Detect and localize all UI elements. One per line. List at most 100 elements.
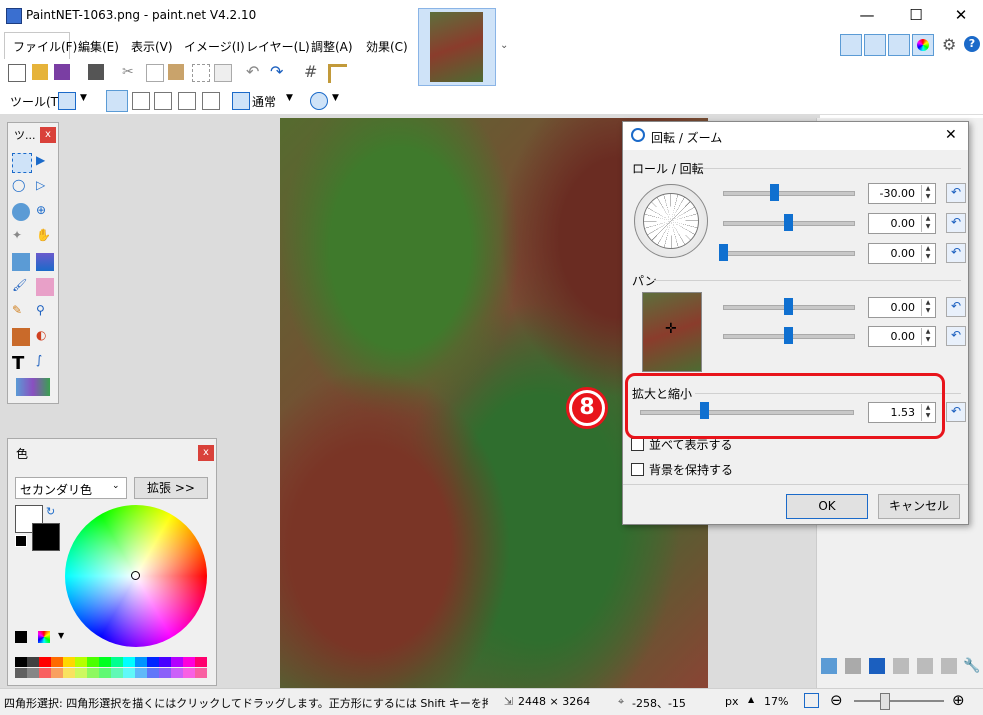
palette-menu-arrow-icon[interactable]: ▼ [58,631,64,640]
palette-swatch[interactable] [27,657,39,667]
palette-swatch[interactable] [15,657,27,667]
keep-background-checkbox[interactable] [631,463,644,476]
pan-x-slider-thumb[interactable] [784,298,793,315]
zoom-reset-button[interactable]: ↶ [946,402,966,422]
color-wheel[interactable] [65,505,207,647]
menu-edit[interactable]: 編集(E) [78,38,119,55]
blend-dropdown-arrow-icon[interactable]: ▼ [286,93,293,103]
merge-layer-icon[interactable] [893,658,909,674]
zoom-slider-track[interactable] [854,700,944,702]
eraser-tool-icon[interactable] [36,278,54,296]
palette-swatch[interactable] [123,668,135,678]
units-select[interactable]: px [725,695,739,708]
selection-mode-union-icon[interactable] [132,92,150,110]
grid-icon[interactable]: # [304,62,320,81]
zoom-out-icon[interactable]: ⊖ [830,691,843,709]
ruler-icon[interactable] [328,64,347,83]
layers-window-icon[interactable] [888,34,910,56]
roll-reset-button[interactable]: ↶ [946,243,966,263]
palette-swatch[interactable] [87,657,99,667]
deselect-icon[interactable] [214,64,232,82]
gear-icon[interactable]: ⚙ [942,35,956,54]
palette-swatch[interactable] [195,657,207,667]
pan-tool-icon[interactable]: ✋ [36,228,54,246]
open-folder-icon[interactable] [32,64,48,80]
line-curve-tool-icon[interactable]: ∫ [36,353,54,371]
color-wheel-cursor[interactable] [131,571,140,580]
cancel-button[interactable]: キャンセル [878,494,960,519]
add-to-palette-icon[interactable] [15,631,27,643]
palette-swatch[interactable] [63,668,75,678]
redo-icon[interactable]: ↷ [270,62,286,81]
zoom-percent[interactable]: 17% [764,695,788,708]
palette-swatch[interactable] [147,657,159,667]
palette-swatch[interactable] [111,668,123,678]
close-button[interactable]: ✕ [938,4,983,28]
expand-button[interactable]: 拡張 >> [134,477,208,499]
angle-slider[interactable] [723,191,855,196]
palette-swatch[interactable] [135,657,147,667]
palette-swatch[interactable] [159,657,171,667]
clone-stamp-tool-icon[interactable] [12,328,30,346]
palette-swatch[interactable] [39,657,51,667]
angle-slider-thumb[interactable] [770,184,779,201]
pan-y-reset-button[interactable]: ↶ [946,326,966,346]
pan-preview[interactable]: ✛ [642,292,702,372]
menu-image[interactable]: イメージ(I) [184,38,245,55]
gradient-tool-icon[interactable] [36,253,54,271]
tilt-spin-input[interactable]: 0.00 ▲ ▼ [868,213,936,234]
palette-swatch[interactable] [159,668,171,678]
duplicate-layer-icon[interactable] [869,658,885,674]
dialog-close-button[interactable]: ✕ [945,127,957,143]
palette-swatch[interactable] [39,668,51,678]
pan-x-spin-input[interactable]: 0.00 ▲ ▼ [868,297,936,318]
spin-arrows-icon[interactable]: ▲ ▼ [921,328,934,345]
print-icon[interactable] [88,64,104,80]
add-layer-icon[interactable] [821,658,837,674]
maximize-button[interactable]: ☐ [893,4,939,28]
palette-swatch[interactable] [195,668,207,678]
save-icon[interactable] [54,64,70,80]
swap-colors-icon[interactable]: ↻ [46,505,55,518]
menu-effects[interactable]: 効果(C) [366,38,408,55]
palette-swatch[interactable] [111,657,123,667]
minimize-button[interactable]: — [844,4,890,28]
tilt-slider-thumb[interactable] [784,214,793,231]
palette-swatch[interactable] [51,657,63,667]
selection-mode-invert-icon[interactable] [202,92,220,110]
angle-reset-button[interactable]: ↶ [946,183,966,203]
recolor-tool-icon[interactable]: ◐ [36,328,54,346]
palette-swatch[interactable] [51,668,63,678]
palette-swatch[interactable] [75,668,87,678]
palette-swatch[interactable] [27,668,39,678]
antialias-icon[interactable] [310,92,328,110]
blend-mode-select[interactable]: 通常 [252,93,276,110]
pan-x-reset-button[interactable]: ↶ [946,297,966,317]
selection-mode-intersect-icon[interactable] [178,92,196,110]
ellipse-select-tool-icon[interactable] [12,203,30,221]
new-file-icon[interactable] [8,64,26,82]
palette-swatch[interactable] [183,657,195,667]
tile-checkbox[interactable] [631,438,644,451]
rectangle-select-tool-icon[interactable] [12,153,32,173]
palette-swatch[interactable] [183,668,195,678]
tool-dropdown-arrow-icon[interactable]: ▼ [80,93,87,103]
roll-spin-input[interactable]: 0.00 ▲ ▼ [868,243,936,264]
palette-swatch[interactable] [123,657,135,667]
roll-slider-thumb[interactable] [719,244,728,261]
palette-swatch[interactable] [75,657,87,667]
antialias-dropdown-arrow-icon[interactable]: ▼ [332,93,339,103]
menu-view[interactable]: 表示(V) [131,38,173,55]
current-tool-icon[interactable] [58,92,76,110]
move-layer-up-icon[interactable] [917,658,933,674]
color-target-select[interactable]: セカンダリ色 ⌄ [15,477,127,499]
delete-layer-icon[interactable] [845,658,861,674]
help-icon[interactable]: ? [964,36,980,52]
palette-swatch[interactable] [135,668,147,678]
zoom-in-icon[interactable]: ⊕ [952,691,965,709]
palette-swatch[interactable] [147,668,159,678]
palette-menu-icon[interactable] [38,631,50,643]
palette-swatch[interactable] [87,668,99,678]
shapes-tool-icon[interactable] [16,378,50,396]
move-layer-down-icon[interactable] [941,658,957,674]
